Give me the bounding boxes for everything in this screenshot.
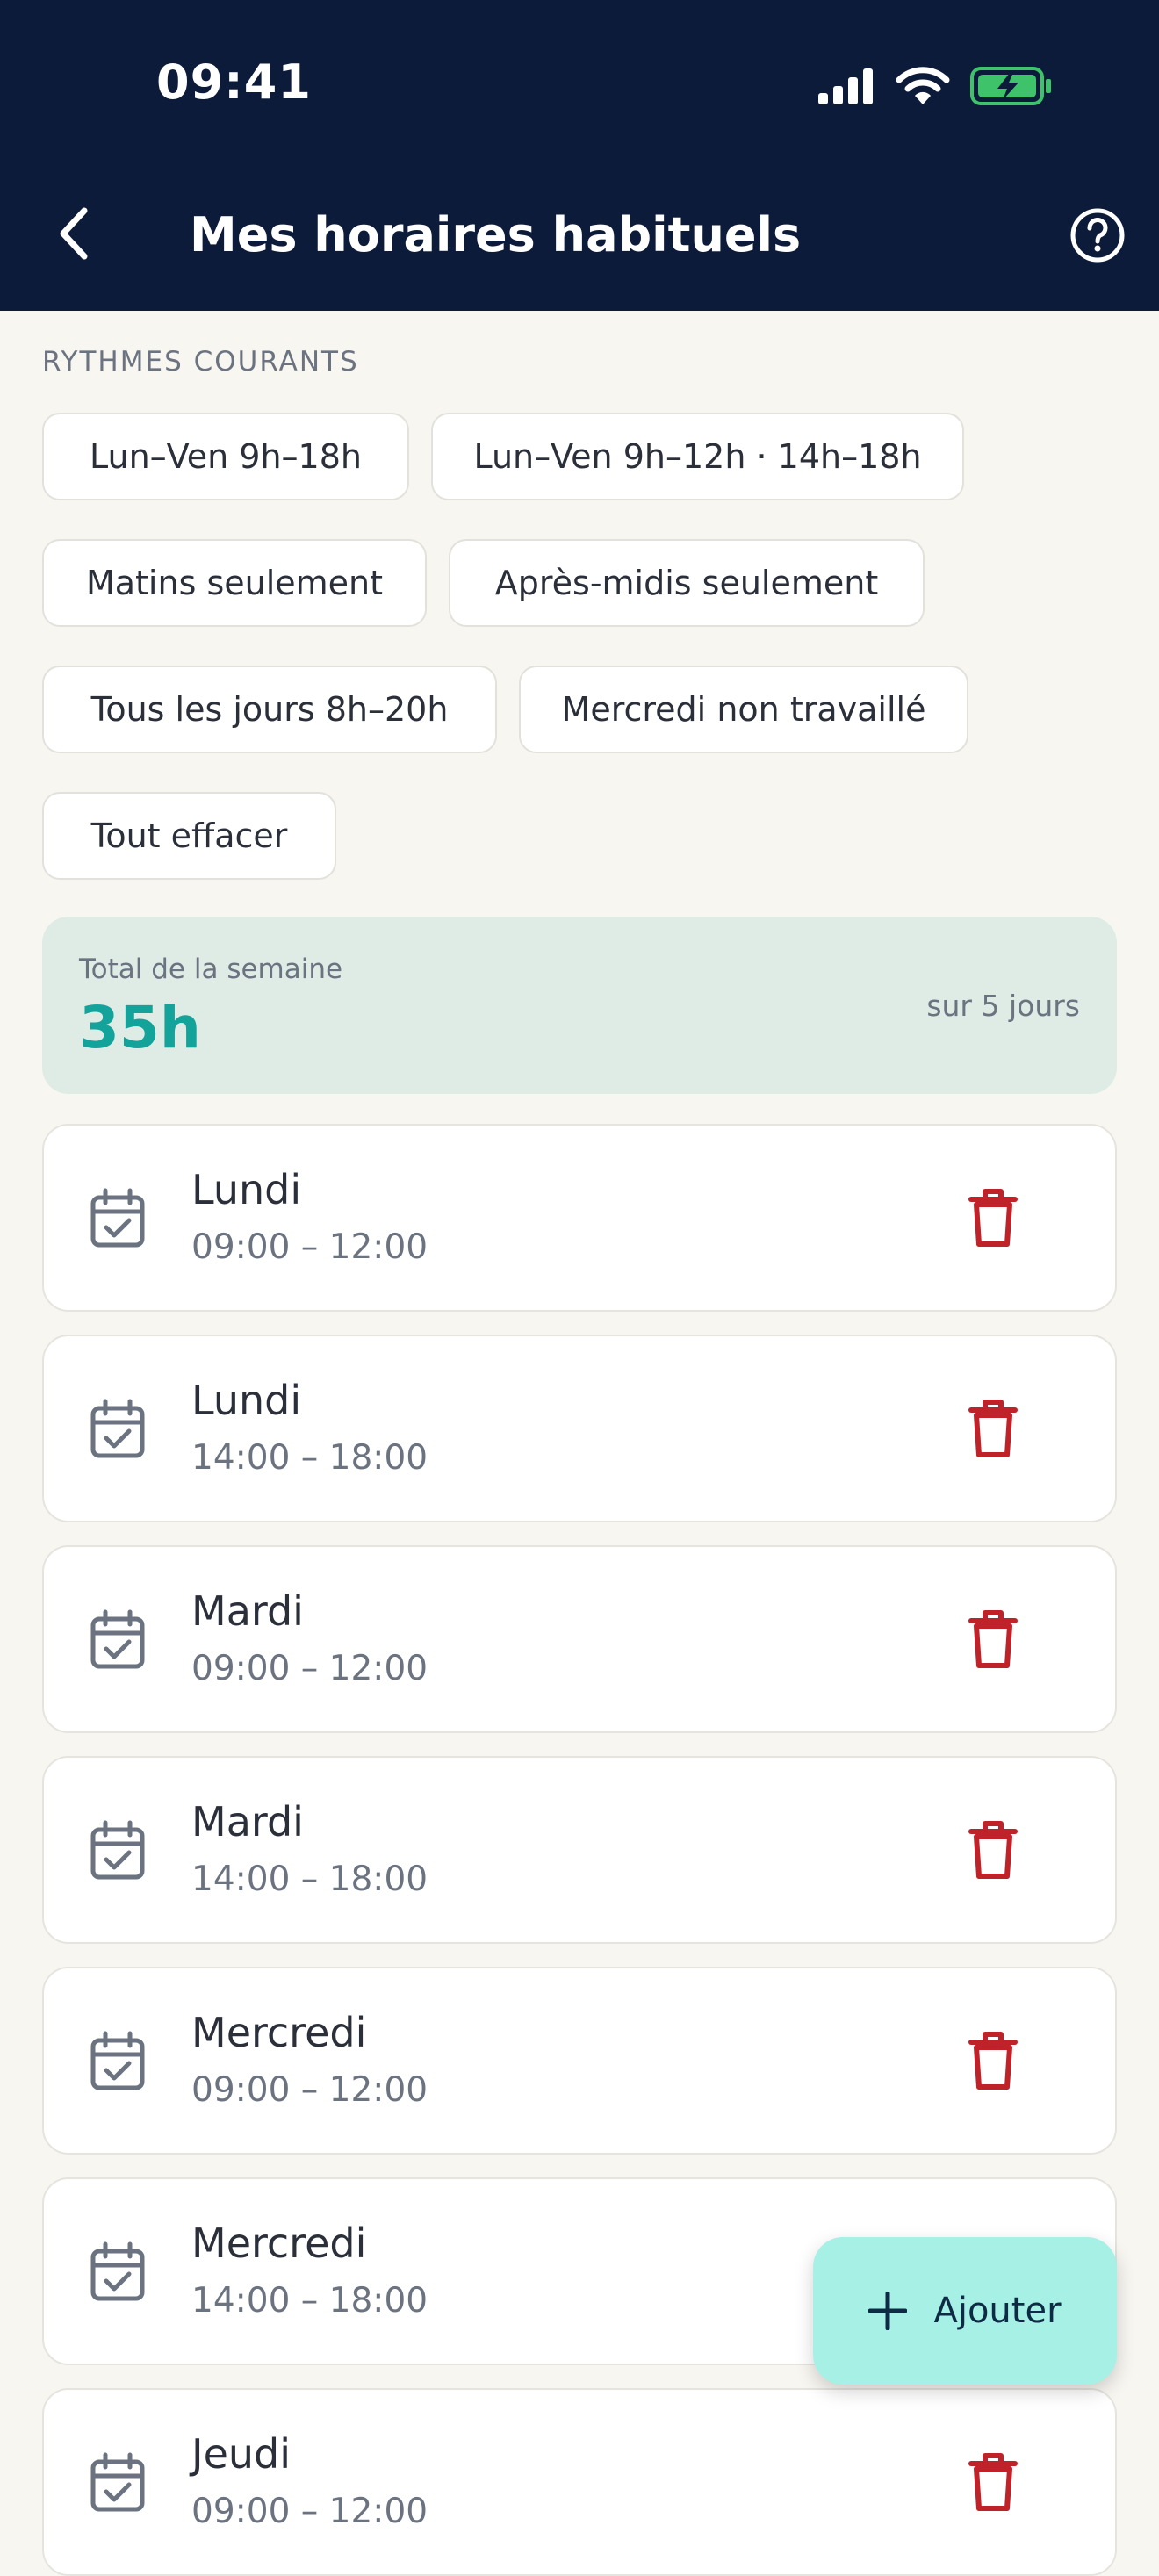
slot-day: Mardi xyxy=(191,1587,304,1635)
add-slot-button[interactable]: Ajouter xyxy=(813,2237,1117,2385)
trash-icon[interactable] xyxy=(968,1398,1019,1459)
schedule-slot[interactable]: Mardi 09:00 – 12:00 xyxy=(42,1545,1117,1733)
calendar-check-icon xyxy=(90,1399,145,1458)
wifi-icon xyxy=(896,67,950,104)
preset-chip[interactable]: Lun–Ven 9h–18h xyxy=(42,413,409,500)
plus-icon xyxy=(868,2292,908,2330)
preset-chip[interactable]: Matins seulement xyxy=(42,539,427,627)
slot-day: Lundi xyxy=(191,1377,302,1424)
app-header: 09:41 Mes horaires habituels xyxy=(0,0,1159,311)
back-button[interactable] xyxy=(46,197,102,270)
slot-day: Mardi xyxy=(191,1798,304,1846)
preset-chip[interactable]: Après-midis seulement xyxy=(449,539,925,627)
slot-time: 09:00 – 12:00 xyxy=(191,1649,428,1688)
schedule-slot[interactable]: Mardi 14:00 – 18:00 xyxy=(42,1756,1117,1944)
schedule-slot[interactable]: Lundi 09:00 – 12:00 xyxy=(42,1124,1117,1312)
slot-day: Jeudi xyxy=(191,2430,292,2478)
trash-icon[interactable] xyxy=(968,1819,1019,1881)
total-value: 35h xyxy=(79,994,201,1061)
slot-day: Mercredi xyxy=(191,2220,367,2267)
total-days: sur 5 jours xyxy=(926,989,1080,1023)
status-icons xyxy=(817,61,1054,111)
clear-all-chip[interactable]: Tout effacer xyxy=(42,792,336,880)
trash-icon[interactable] xyxy=(968,1608,1019,1670)
slot-time: 14:00 – 18:00 xyxy=(191,1860,428,1899)
add-slot-label: Ajouter xyxy=(933,2291,1062,2331)
slot-time: 09:00 – 12:00 xyxy=(191,2492,428,2531)
calendar-check-icon xyxy=(90,1609,145,1669)
schedule-slot[interactable]: Lundi 14:00 – 18:00 xyxy=(42,1335,1117,1522)
help-button[interactable] xyxy=(1068,205,1127,265)
slot-day: Lundi xyxy=(191,1166,302,1213)
calendar-check-icon xyxy=(90,2031,145,2090)
trash-icon[interactable] xyxy=(968,2030,1019,2091)
calendar-check-icon xyxy=(90,1188,145,1248)
slot-time: 14:00 – 18:00 xyxy=(191,2281,428,2321)
signal-icon xyxy=(818,68,873,104)
slot-time: 09:00 – 12:00 xyxy=(191,2070,428,2110)
preset-chip[interactable]: Lun–Ven 9h–12h · 14h–18h xyxy=(431,413,964,500)
calendar-check-icon xyxy=(90,2241,145,2301)
slot-time: 09:00 – 12:00 xyxy=(191,1227,428,1267)
status-time: 09:41 xyxy=(156,54,312,110)
presets-label: RYTHMES COURANTS xyxy=(42,346,359,378)
total-label: Total de la semaine xyxy=(79,953,343,985)
help-circle-icon xyxy=(1070,208,1125,263)
calendar-check-icon xyxy=(90,2452,145,2512)
slot-day: Mercredi xyxy=(191,2009,367,2056)
trash-icon[interactable] xyxy=(968,1187,1019,1248)
calendar-check-icon xyxy=(90,1820,145,1880)
preset-chip[interactable]: Mercredi non travaillé xyxy=(519,666,968,753)
preset-chip[interactable]: Tous les jours 8h–20h xyxy=(42,666,497,753)
chevron-left-icon xyxy=(60,207,88,260)
schedule-slot[interactable]: Mercredi 09:00 – 12:00 xyxy=(42,1967,1117,2155)
battery-icon xyxy=(970,67,1051,105)
schedule-slot[interactable]: Jeudi 09:00 – 12:00 xyxy=(42,2388,1117,2576)
page-title: Mes horaires habituels xyxy=(190,207,802,263)
slot-time: 14:00 – 18:00 xyxy=(191,1438,428,1478)
trash-icon[interactable] xyxy=(968,2451,1019,2513)
weekly-total-card: Total de la semaine 35h sur 5 jours xyxy=(42,917,1117,1094)
